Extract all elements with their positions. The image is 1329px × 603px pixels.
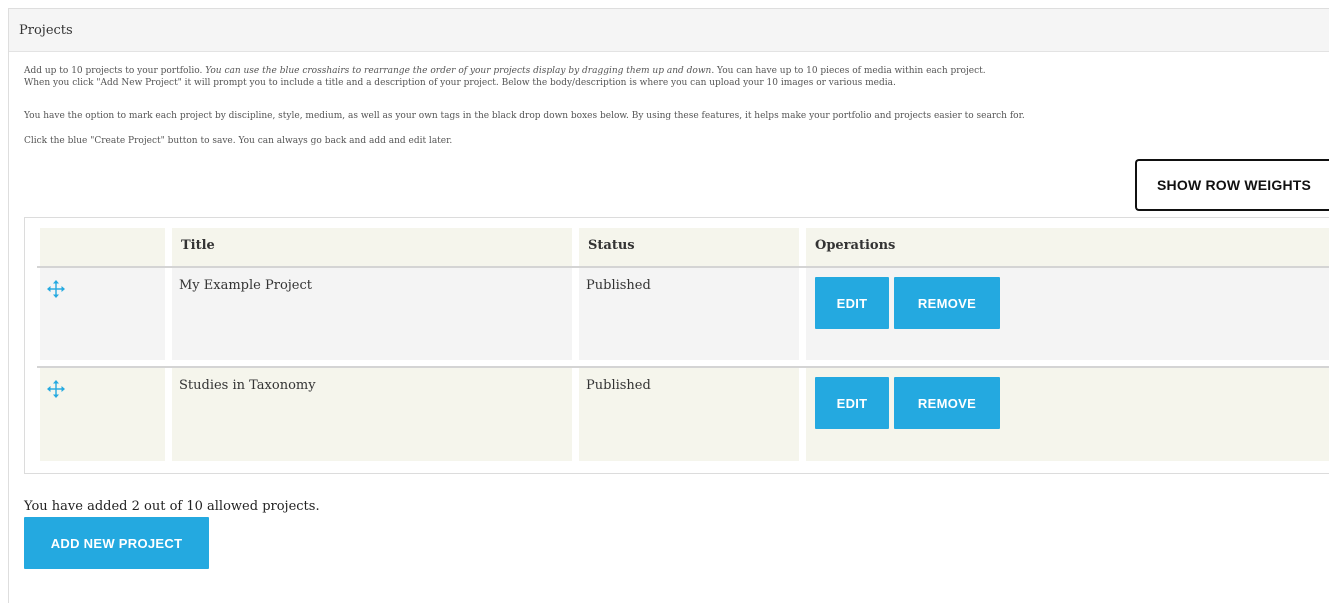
projects-panel: Projects Add up to 10 projects to your p… [8, 8, 1329, 603]
move-crosshair-icon[interactable] [47, 380, 65, 398]
add-new-project-button[interactable]: ADD NEW PROJECT [24, 517, 209, 569]
intro-line-1-end: You can have up to 10 pieces of media wi… [714, 66, 986, 76]
intro-line-1-emphasis: You can use the blue crosshairs to rearr… [205, 66, 715, 76]
table-row-2-operations: EDIT REMOVE [806, 368, 1329, 461]
intro-line-1-start: Add up to 10 projects to your portfolio. [24, 66, 206, 76]
edit-button[interactable]: EDIT [815, 277, 889, 329]
intro-text: Add up to 10 projects to your portfolio.… [9, 65, 1324, 89]
column-header-drag [40, 228, 165, 266]
intro-line-1: Add up to 10 projects to your portfolio.… [24, 65, 1324, 77]
table-row-2-title: Studies in Taxonomy [172, 368, 572, 461]
remove-button[interactable]: REMOVE [894, 377, 1000, 429]
panel-title: Projects [9, 9, 1329, 52]
table-row-1-title: My Example Project [172, 268, 572, 360]
projects-table: Title Status Operations My Example Proje… [24, 217, 1329, 474]
table-row-1-drag-cell [40, 268, 165, 360]
remove-button[interactable]: REMOVE [894, 277, 1000, 329]
intro-line-2: When you click "Add New Project" it will… [24, 78, 896, 88]
table-row-1-status: Published [579, 268, 799, 360]
column-header-status: Status [579, 228, 799, 266]
move-crosshair-icon[interactable] [47, 280, 65, 298]
column-header-operations: Operations [806, 228, 1329, 266]
show-row-weights-button[interactable]: SHOW ROW WEIGHTS [1135, 159, 1329, 211]
edit-button[interactable]: EDIT [815, 377, 889, 429]
intro-line-4: Click the blue "Create Project" button t… [24, 136, 453, 146]
intro-line-3: You have the option to mark each project… [24, 111, 1025, 121]
project-count-text: You have added 2 out of 10 allowed proje… [24, 499, 320, 514]
column-header-title: Title [172, 228, 572, 266]
table-row-1-operations: EDIT REMOVE [806, 268, 1329, 360]
table-row-2-status: Published [579, 368, 799, 461]
table-row-2-drag-cell [40, 368, 165, 461]
